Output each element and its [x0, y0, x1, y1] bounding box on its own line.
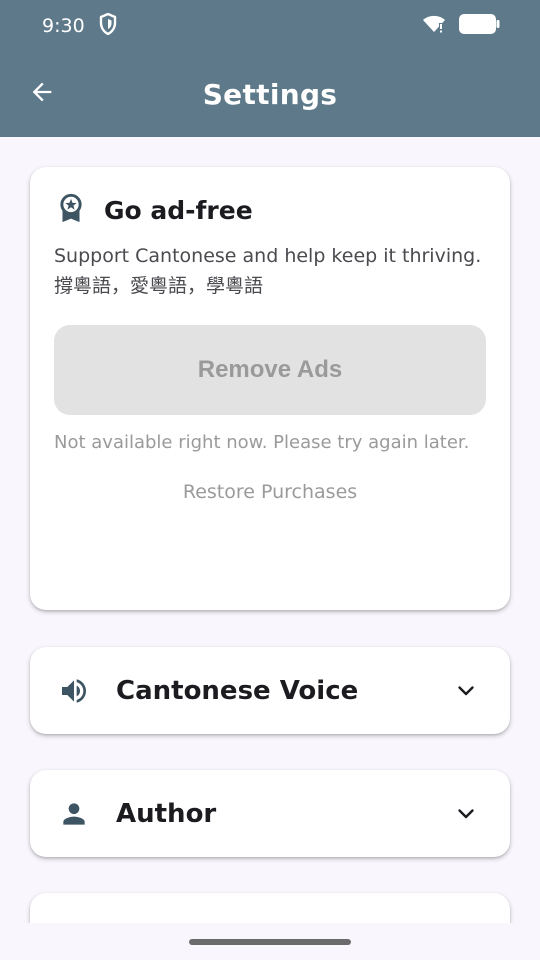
status-right	[422, 13, 500, 39]
availability-note: Not available right now. Please try agai…	[54, 432, 470, 453]
status-bar: 9:30	[0, 0, 540, 52]
wifi-icon	[422, 14, 446, 38]
chevron-down-icon[interactable]	[454, 802, 478, 826]
shield-icon	[99, 12, 117, 40]
status-left: 9:30	[42, 12, 117, 40]
arrow-back-icon	[28, 78, 56, 110]
ad-free-description-line2: 撐粵語，愛粵語，學粵語	[54, 275, 264, 297]
back-button[interactable]	[22, 74, 62, 114]
ad-free-description-line1: Support Cantonese and help keep it thriv…	[54, 245, 482, 267]
ad-free-title: Go ad-free	[104, 195, 253, 225]
status-time: 9:30	[42, 15, 85, 37]
cantonese-voice-row[interactable]: Cantonese Voice	[30, 647, 510, 734]
battery-icon	[458, 13, 500, 39]
page-title: Settings	[202, 78, 338, 111]
ad-free-header: Go ad-free	[54, 193, 486, 227]
gesture-nav-area	[0, 923, 540, 960]
author-row[interactable]: Author	[30, 770, 510, 857]
volume-icon	[56, 673, 92, 709]
chevron-down-icon[interactable]	[454, 679, 478, 703]
cantonese-voice-label: Cantonese Voice	[116, 675, 359, 706]
home-indicator[interactable]	[189, 939, 351, 945]
author-card: Author	[30, 770, 510, 857]
person-icon	[56, 796, 92, 832]
restore-purchases-button[interactable]: Restore Purchases	[54, 481, 486, 503]
ad-free-card: Go ad-free Support Cantonese and help ke…	[30, 167, 510, 610]
app-bar: Settings	[0, 52, 540, 137]
ad-free-description: Support Cantonese and help keep it thriv…	[54, 241, 486, 301]
settings-content[interactable]: Go ad-free Support Cantonese and help ke…	[0, 137, 540, 923]
remove-ads-button[interactable]: Remove Ads	[54, 325, 486, 415]
next-section-card[interactable]	[30, 893, 510, 923]
award-icon	[54, 191, 88, 229]
cantonese-voice-card: Cantonese Voice	[30, 647, 510, 734]
author-label: Author	[116, 798, 217, 829]
